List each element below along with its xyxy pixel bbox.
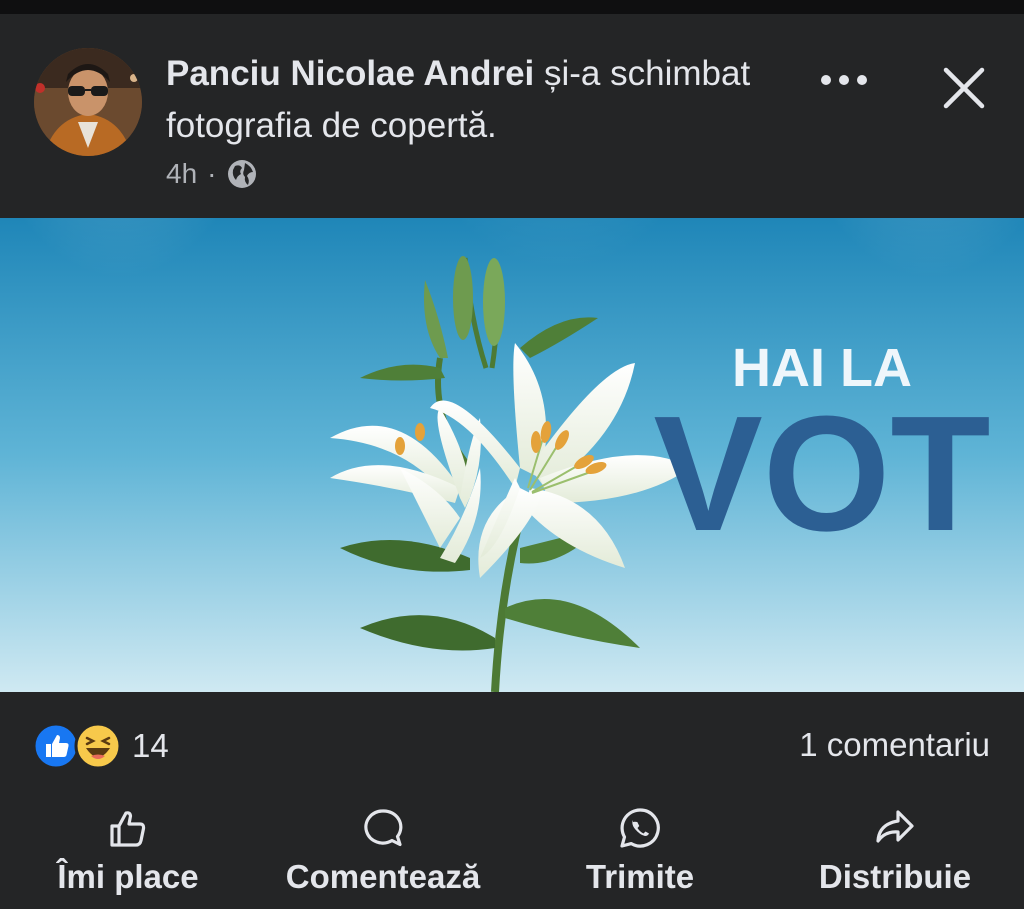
more-dots-icon (821, 75, 867, 85)
like-button-label: Îmi place (57, 858, 199, 895)
like-button[interactable]: Îmi place (36, 800, 220, 909)
avatar[interactable] (34, 48, 142, 156)
share-button-label: Distribuie (818, 858, 972, 895)
post-actions-bar: Îmi place Comentează Trimite Distribuie (0, 800, 1024, 909)
cover-headline-large: VOT (653, 382, 990, 565)
author-name[interactable]: Panciu Nicolae Andrei (166, 54, 534, 93)
like-icon (32, 722, 80, 770)
share-icon (876, 810, 914, 843)
post-stats: 14 1 comentariu (0, 692, 1024, 802)
cover-illustration: HAI LA VOT (0, 218, 1024, 692)
close-icon (943, 67, 985, 109)
comment-button-label: Comentează (285, 858, 481, 895)
reactions-summary[interactable]: 14 (32, 722, 169, 770)
globe-icon (228, 160, 257, 188)
post-meta: 4h · (166, 158, 258, 190)
comments-count-link[interactable]: 1 comentariu (799, 726, 990, 764)
whatsapp-icon (620, 808, 660, 848)
top-edge-bar (0, 0, 1024, 14)
post-time[interactable]: 4h (166, 158, 197, 190)
send-button[interactable]: Trimite (566, 800, 714, 909)
send-button-label: Trimite (585, 858, 695, 895)
close-button[interactable] (938, 62, 990, 114)
comment-icon (364, 809, 403, 847)
haha-icon (74, 722, 122, 770)
meta-separator: · (207, 158, 217, 189)
comment-button[interactable]: Comentează (266, 800, 500, 909)
more-options-button[interactable] (812, 58, 876, 102)
cover-photo[interactable]: HAI LA VOT (0, 218, 1024, 692)
post-text: Panciu Nicolae Andrei și-a schimbat foto… (166, 48, 806, 152)
thumbs-up-icon (110, 811, 146, 847)
share-button[interactable]: Distribuie (800, 800, 990, 909)
reaction-count: 14 (132, 727, 169, 764)
post-header: Panciu Nicolae Andrei și-a schimbat foto… (0, 14, 1024, 218)
